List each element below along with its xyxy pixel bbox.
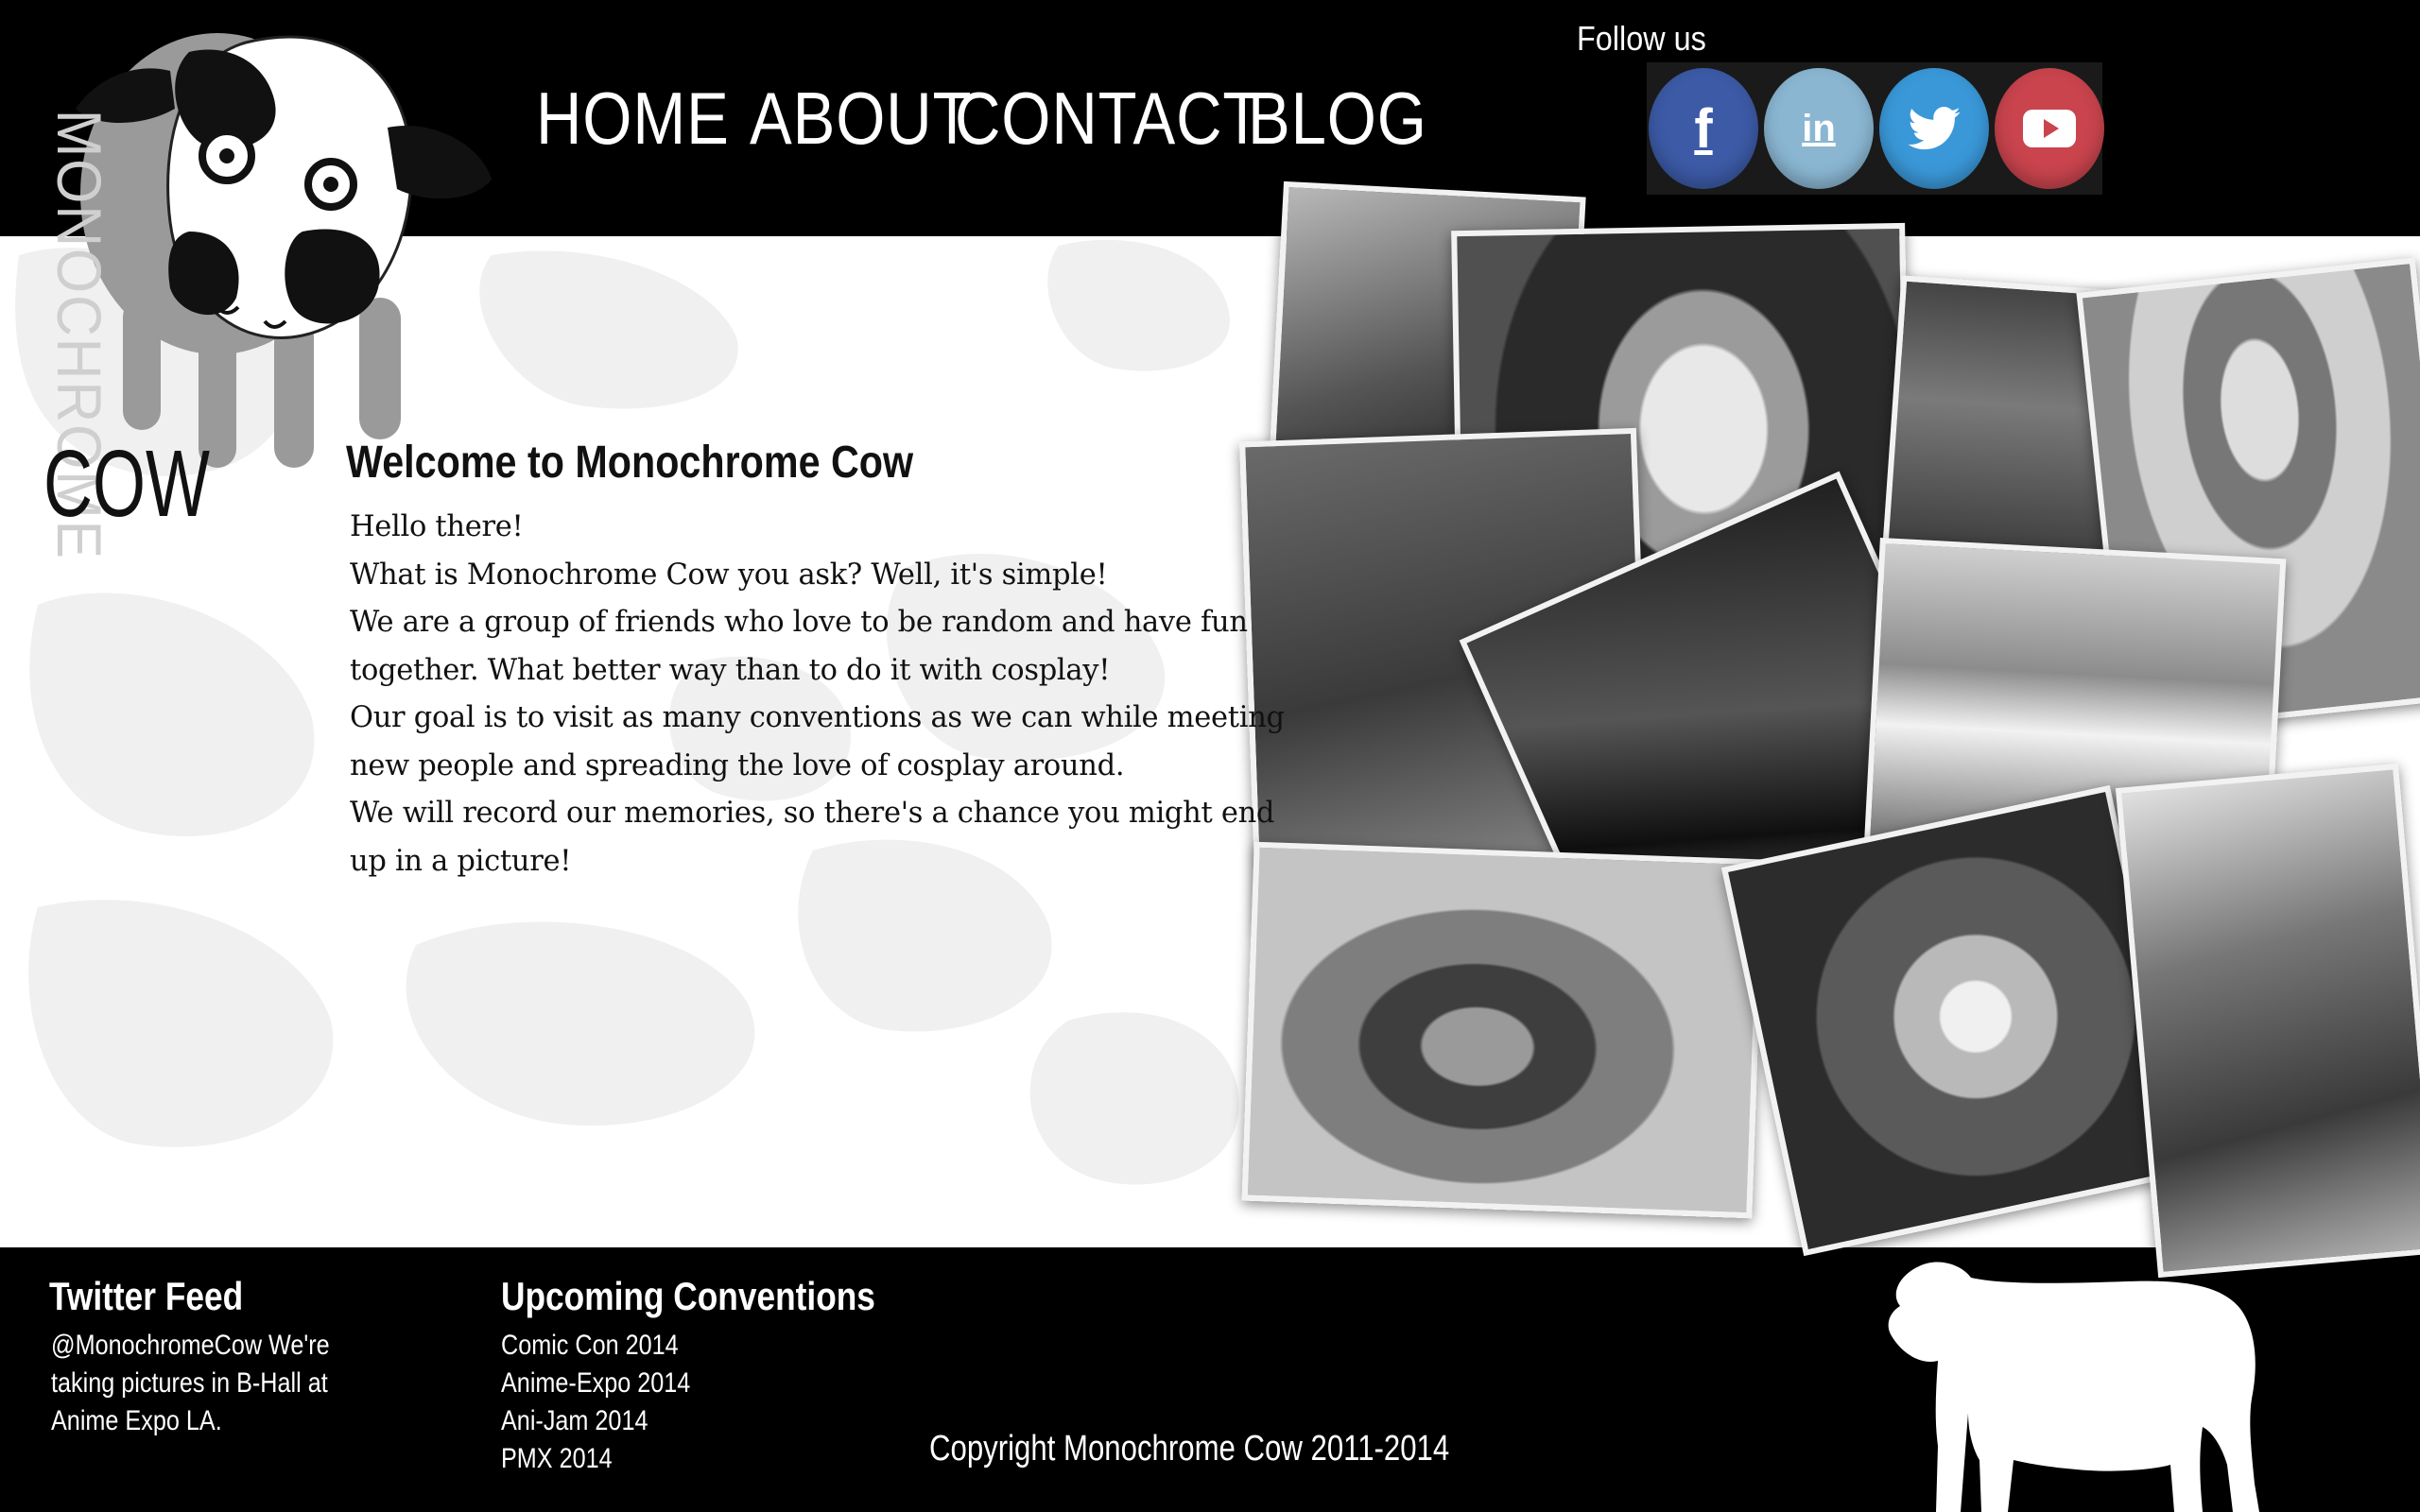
conventions-list: Comic Con 2014 Anime-Expo 2014 Ani-Jam 2…	[501, 1327, 690, 1478]
nav-contact[interactable]: CONTACT	[955, 76, 1262, 162]
facebook-icon: f	[1694, 97, 1713, 160]
convention-item[interactable]: Anime-Expo 2014	[501, 1365, 690, 1402]
collage-photo	[1241, 841, 1765, 1219]
intro-line: together. What better way than to do it …	[350, 653, 1111, 687]
upcoming-conventions-heading: Upcoming Conventions	[501, 1274, 875, 1318]
cow-silhouette-icon	[1888, 1262, 2259, 1512]
intro-line: up in a picture!	[350, 844, 572, 878]
cow-mascot-logo	[76, 33, 492, 468]
intro-line: What is Monochrome Cow you ask? Well, it…	[350, 558, 1108, 592]
cosplay-photo-collage	[1210, 170, 2420, 1279]
linkedin-icon: in	[1802, 107, 1836, 149]
page-title: Welcome to Monochrome Cow	[346, 438, 914, 488]
nav-blog[interactable]: BLOG	[1248, 76, 1427, 162]
intro-text: Hello there! What is Monochrome Cow you …	[350, 504, 1285, 885]
intro-line: Our goal is to visit as many conventions…	[350, 701, 1285, 734]
convention-item[interactable]: PMX 2014	[501, 1440, 690, 1478]
intro-line: We are a group of friends who love to be…	[350, 606, 1248, 639]
tweet-line: Anime Expo LA.	[51, 1405, 222, 1436]
tweet-line: @MonochromeCow We're	[51, 1330, 330, 1361]
twitter-icon	[1908, 107, 1961, 150]
intro-line: Hello there!	[350, 510, 524, 543]
intro-line: new people and spreading the love of cos…	[350, 748, 1125, 782]
convention-item[interactable]: Ani-Jam 2014	[501, 1402, 690, 1440]
intro-line: We will record our memories, so there's …	[350, 797, 1275, 830]
copyright-text: Copyright Monochrome Cow 2011-2014	[929, 1429, 1450, 1469]
nav-home[interactable]: HOME	[536, 76, 730, 162]
nav-about[interactable]: ABOUT	[750, 76, 972, 162]
follow-us-label: Follow us	[1577, 19, 1706, 58]
youtube-icon	[2023, 110, 2076, 147]
convention-item[interactable]: Comic Con 2014	[501, 1327, 690, 1365]
twitter-feed-heading: Twitter Feed	[49, 1274, 244, 1318]
tweet-text: @MonochromeCow We're taking pictures in …	[51, 1327, 330, 1440]
tweet-line: taking pictures in B-Hall at	[51, 1367, 328, 1399]
collage-photo	[2115, 763, 2420, 1279]
logo-cow-text: COW	[43, 431, 210, 537]
